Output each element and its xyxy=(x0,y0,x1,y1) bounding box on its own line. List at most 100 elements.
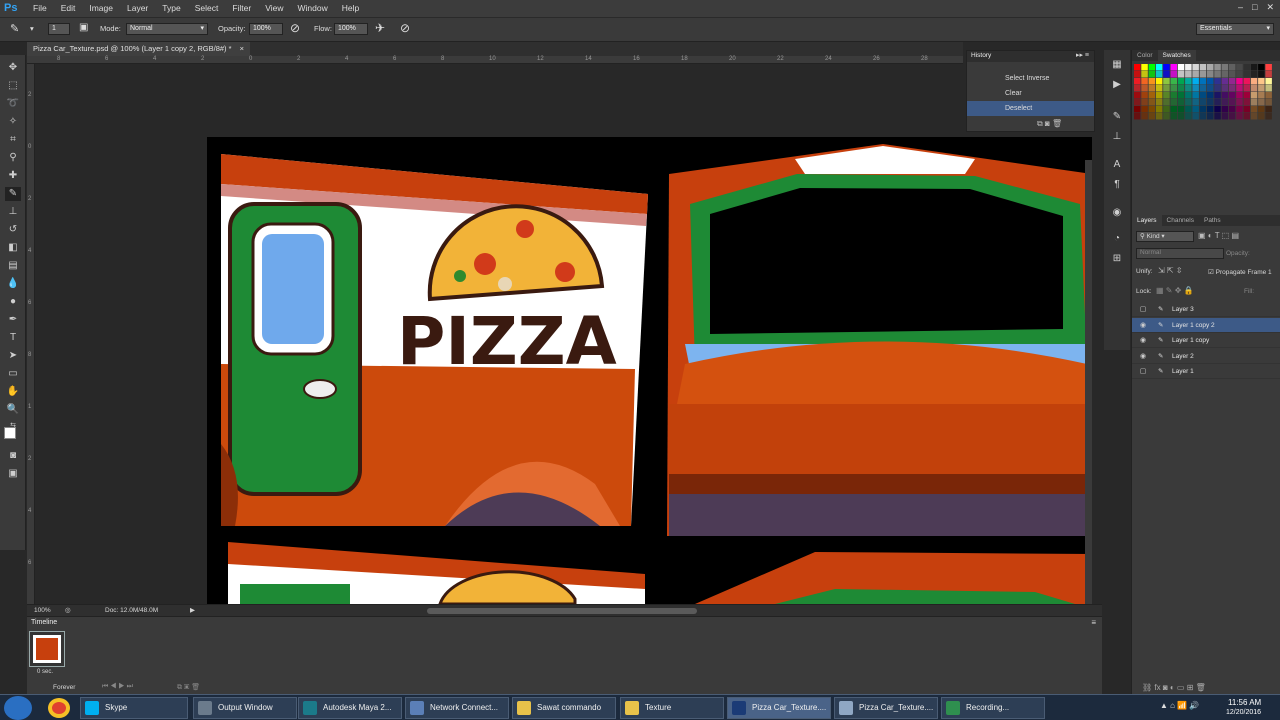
path-select-tool-icon[interactable]: ➤ xyxy=(5,349,21,363)
pressure-size-icon[interactable]: ⊘ xyxy=(400,21,410,35)
color-swatch[interactable] xyxy=(1185,64,1192,71)
horizontal-scrollbar[interactable] xyxy=(427,608,697,614)
chrome-icon[interactable] xyxy=(48,698,70,718)
color-swatch[interactable] xyxy=(1265,85,1272,92)
eye-icon[interactable]: ◉ xyxy=(1138,349,1148,364)
color-swatch[interactable] xyxy=(1243,71,1251,78)
color-swatch[interactable] xyxy=(1214,99,1221,106)
quick-select-tool-icon[interactable]: ✧ xyxy=(5,115,21,129)
brush-panel-icon[interactable]: ▣ xyxy=(79,22,88,33)
color-swatch[interactable] xyxy=(1192,99,1199,106)
color-swatch[interactable] xyxy=(1243,106,1251,113)
color-swatch[interactable] xyxy=(1250,78,1258,85)
color-swatch[interactable] xyxy=(1192,106,1199,113)
color-swatch[interactable] xyxy=(1258,92,1265,99)
tray-icons[interactable]: ▲ ⌂ 📶 🔊 xyxy=(1160,701,1199,710)
gradient-tool-icon[interactable]: ▤ xyxy=(5,259,21,273)
layer-row[interactable]: ▢ ✎ Layer 1 xyxy=(1132,364,1280,379)
mode-select[interactable]: Normal ▾ xyxy=(126,23,208,35)
color-swatch[interactable] xyxy=(1199,85,1207,92)
layer-actions-icons[interactable]: ⛓ fx ◙ ◐ ▭ ⊞ 🗑 xyxy=(1142,683,1206,692)
color-swatch[interactable] xyxy=(1258,64,1265,71)
color-swatch[interactable] xyxy=(1214,92,1221,99)
brush-preset-icon[interactable]: ✎ xyxy=(1109,110,1125,124)
color-swatch[interactable] xyxy=(1192,85,1199,92)
tool-preset-chevron-icon[interactable]: ▾ xyxy=(30,24,34,33)
color-swatch[interactable] xyxy=(1250,99,1258,106)
shape-tool-icon[interactable]: ▭ xyxy=(5,367,21,381)
color-swatch[interactable] xyxy=(1185,106,1192,113)
color-swatch[interactable] xyxy=(1134,99,1141,106)
menu-file[interactable]: File xyxy=(26,3,54,13)
color-swatch[interactable] xyxy=(1250,92,1258,99)
color-swatch[interactable] xyxy=(1192,78,1199,85)
eye-hidden-icon[interactable]: ▢ xyxy=(1138,302,1148,317)
color-swatch[interactable] xyxy=(1199,106,1207,113)
move-tool-icon[interactable]: ✥ xyxy=(5,61,21,75)
lasso-tool-icon[interactable]: ➰ xyxy=(5,97,21,111)
color-swatch[interactable] xyxy=(1243,99,1251,106)
menu-type[interactable]: Type xyxy=(155,3,187,13)
history-actions-icon[interactable]: ⧉ ◙ 🗑 xyxy=(1037,119,1062,129)
taskbar-item[interactable]: Output Window xyxy=(193,697,297,719)
color-swatch[interactable] xyxy=(1221,92,1229,99)
layer-row[interactable]: ◉ ✎ Layer 1 copy 2 xyxy=(1132,317,1280,333)
color-swatch[interactable] xyxy=(1258,113,1265,120)
color-swatch[interactable] xyxy=(1243,113,1251,120)
history-item[interactable]: Select Inverse xyxy=(967,71,1094,86)
taskbar-item[interactable]: Sawat commando xyxy=(512,697,616,719)
color-swatch[interactable] xyxy=(1228,71,1236,78)
share-icon[interactable]: ◎ xyxy=(65,606,71,614)
color-swatch[interactable] xyxy=(1214,78,1221,85)
color-swatch[interactable] xyxy=(1185,78,1192,85)
healing-tool-icon[interactable]: ✚ xyxy=(5,169,21,183)
color-swatch[interactable] xyxy=(1228,85,1236,92)
color-swatch[interactable] xyxy=(1141,92,1148,99)
loop-option[interactable]: Forever xyxy=(53,684,75,691)
color-swatch[interactable] xyxy=(1185,99,1192,106)
color-swatch[interactable] xyxy=(1155,78,1163,85)
color-swatch[interactable] xyxy=(1221,85,1229,92)
tab-color[interactable]: Color xyxy=(1132,50,1158,61)
vertical-scrollbar[interactable] xyxy=(1085,160,1092,604)
brush-tool-icon[interactable]: ✎ xyxy=(10,22,19,35)
color-swatch[interactable] xyxy=(1265,99,1272,106)
color-swatch[interactable] xyxy=(1207,113,1214,120)
color-swatch[interactable] xyxy=(1207,64,1214,71)
color-swatch[interactable] xyxy=(1155,99,1163,106)
zoom-tool-icon[interactable]: 🔍 xyxy=(5,403,21,417)
color-swatch[interactable] xyxy=(1250,64,1258,71)
layer-row[interactable]: ▢ ✎ Layer 3 xyxy=(1132,302,1280,317)
color-swatch[interactable] xyxy=(1243,92,1251,99)
color-swatch[interactable] xyxy=(1192,92,1199,99)
color-swatch[interactable] xyxy=(1155,85,1163,92)
taskbar-item[interactable]: Autodesk Maya 2... xyxy=(298,697,402,719)
status-menu-arrow-icon[interactable]: ▶ xyxy=(190,606,195,614)
color-swatch[interactable] xyxy=(1134,113,1141,120)
color-swatch[interactable] xyxy=(1265,71,1272,78)
color-swatch[interactable] xyxy=(1185,85,1192,92)
maximize-button[interactable]: □ xyxy=(1252,2,1257,13)
history-brush-tool-icon[interactable]: ↺ xyxy=(5,223,21,237)
flow-field[interactable]: 100% xyxy=(334,23,368,35)
color-swatch[interactable] xyxy=(1236,64,1243,71)
tab-layers[interactable]: Layers xyxy=(1132,215,1162,226)
close-tab-icon[interactable]: × xyxy=(240,44,244,53)
color-swatch[interactable] xyxy=(1148,106,1156,113)
color-swatch[interactable] xyxy=(1207,85,1214,92)
color-swatch[interactable] xyxy=(1258,106,1265,113)
color-swatch[interactable] xyxy=(1250,113,1258,120)
color-swatch[interactable] xyxy=(1228,106,1236,113)
color-swatch[interactable] xyxy=(1243,85,1251,92)
color-swatch[interactable] xyxy=(1236,85,1243,92)
color-swatch[interactable] xyxy=(1221,78,1229,85)
airbrush-icon[interactable]: ✈ xyxy=(375,21,385,35)
color-swatch[interactable] xyxy=(1177,106,1185,113)
taskbar-item[interactable]: Network Connect... xyxy=(405,697,509,719)
color-swatch[interactable] xyxy=(1163,78,1170,85)
color-swatch[interactable] xyxy=(1141,71,1148,78)
collapse-icon[interactable]: ▸▸ ≡ xyxy=(1076,51,1089,59)
color-swatch[interactable] xyxy=(1221,113,1229,120)
color-swatch[interactable] xyxy=(1163,106,1170,113)
color-swatch[interactable] xyxy=(1236,78,1243,85)
